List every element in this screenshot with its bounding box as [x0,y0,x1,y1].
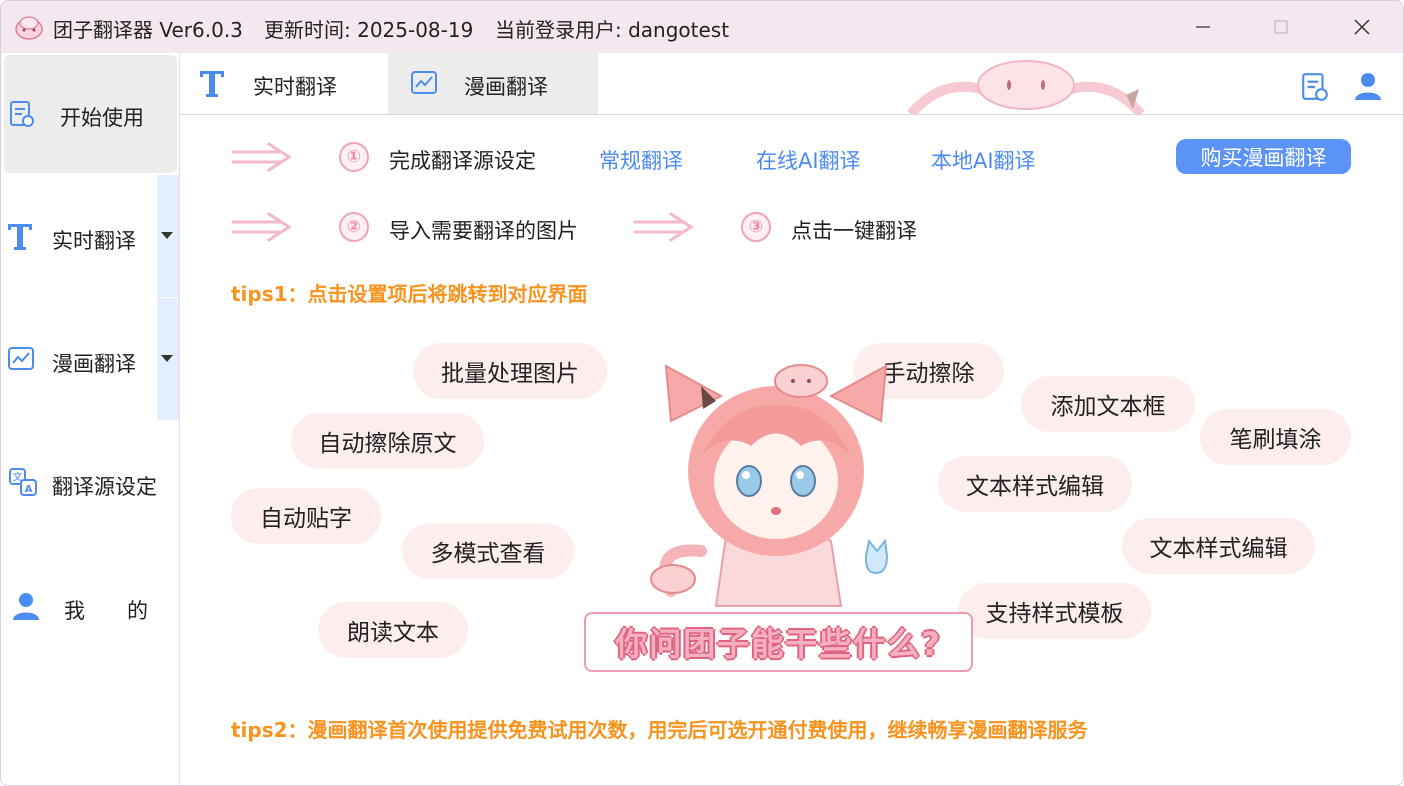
maximize-button[interactable] [1264,11,1298,43]
svg-text:文: 文 [13,471,23,484]
maximize-icon [1274,20,1288,34]
text-T-icon [8,224,32,250]
close-button[interactable] [1345,11,1379,43]
step-2-text: 导入需要翻译的图片 [389,219,578,243]
tab-realtime[interactable]: 实时翻译 [181,53,387,114]
arrow-icon [633,212,694,242]
mascot-banner: 你问团子能干些什么? [584,612,973,672]
mascot-illustration [650,364,889,607]
app-window: 团子翻译器 Ver6.0.3 更新时间: 2025-08-19 当前登录用户: … [0,0,1404,786]
sidebar-item-label: 开始使用 [60,106,144,130]
step-3-text: 点击一键翻译 [791,219,917,243]
arrow-icon [231,212,292,242]
user-icon [13,593,39,620]
feature-bubble: 多模式查看 [402,523,574,579]
title-bar: 团子翻译器 Ver6.0.3 更新时间: 2025-08-19 当前登录用户: … [1,1,1403,53]
svg-text:A: A [25,484,33,495]
translate-icon: 文 A [9,468,37,496]
link-local-ai-translation[interactable]: 本地AI翻译 [931,145,1036,175]
sidebar-item-profile[interactable]: 我 的 [1,543,179,665]
sidebar-item-label: 翻译源设定 [52,475,157,499]
sidebar-item-label: 漫画翻译 [52,352,136,376]
buy-comic-translation-button[interactable]: 购买漫画翻译 [1176,139,1351,174]
feature-bubble: 文本样式编辑 [1122,518,1315,574]
step-3-badge: ③ [741,212,771,242]
feature-bubble: 朗读文本 [318,602,468,658]
tab-bar: 实时翻译 漫画翻译 [181,53,1403,115]
sidebar-item-label: 实时翻译 [52,229,136,253]
feature-bubble: 批量处理图片 [413,343,607,399]
document-icon[interactable] [1301,72,1329,102]
app-title: 团子翻译器 Ver6.0.3 [53,18,243,42]
tab-comic[interactable]: 漫画翻译 [388,53,598,114]
feature-bubble: 添加文本框 [1021,376,1195,432]
app-logo-icon [15,16,43,40]
arrow-icon [231,142,292,172]
close-icon [1354,19,1370,35]
mascot-header-decoration [907,60,1145,114]
tab-label: 实时翻译 [253,75,337,99]
minimize-button[interactable] [1186,11,1220,43]
link-online-ai-translation[interactable]: 在线AI翻译 [756,145,861,175]
chart-icon [8,347,34,370]
sidebar-item-realtime[interactable]: 实时翻译 [1,175,179,297]
minimize-icon [1196,26,1210,28]
current-user: 当前登录用户: dangotest [495,18,730,42]
document-icon [10,101,34,127]
step-2-badge: ② [339,212,369,242]
tips-1: tips1：点击设置项后将跳转到对应界面 [231,282,588,306]
text-T-icon [200,71,224,97]
sidebar-item-source-settings[interactable]: 文 A 翻译源设定 [1,421,179,543]
chart-icon [411,71,437,94]
feature-bubble: 自动擦除原文 [291,413,484,469]
tips-2: tips2：漫画翻译首次使用提供免费试用次数，用完后可选开通付费使用，继续畅享漫… [231,718,1088,742]
sidebar-item-comic[interactable]: 漫画翻译 [1,298,179,420]
sidebar-item-label: 我 的 [64,599,148,623]
feature-bubble: 支持样式模板 [958,583,1151,639]
user-icon[interactable] [1353,71,1383,101]
update-time: 更新时间: 2025-08-19 [264,18,474,42]
step-1-badge: ① [339,142,369,172]
step-1-text: 完成翻译源设定 [389,149,536,173]
tab-label: 漫画翻译 [464,75,548,99]
chevron-down-icon[interactable] [161,355,173,362]
feature-bubble: 笔刷填涂 [1200,409,1351,465]
feature-bubble: 自动贴字 [231,488,381,544]
sidebar-item-start[interactable]: 开始使用 [4,55,177,173]
sidebar: 开始使用 实时翻译 漫画翻译 文 A 翻译源设定 我 的 [1,53,180,785]
link-regular-translation[interactable]: 常规翻译 [599,145,683,175]
chevron-down-icon[interactable] [161,232,173,239]
feature-bubble: 文本样式编辑 [938,456,1132,512]
